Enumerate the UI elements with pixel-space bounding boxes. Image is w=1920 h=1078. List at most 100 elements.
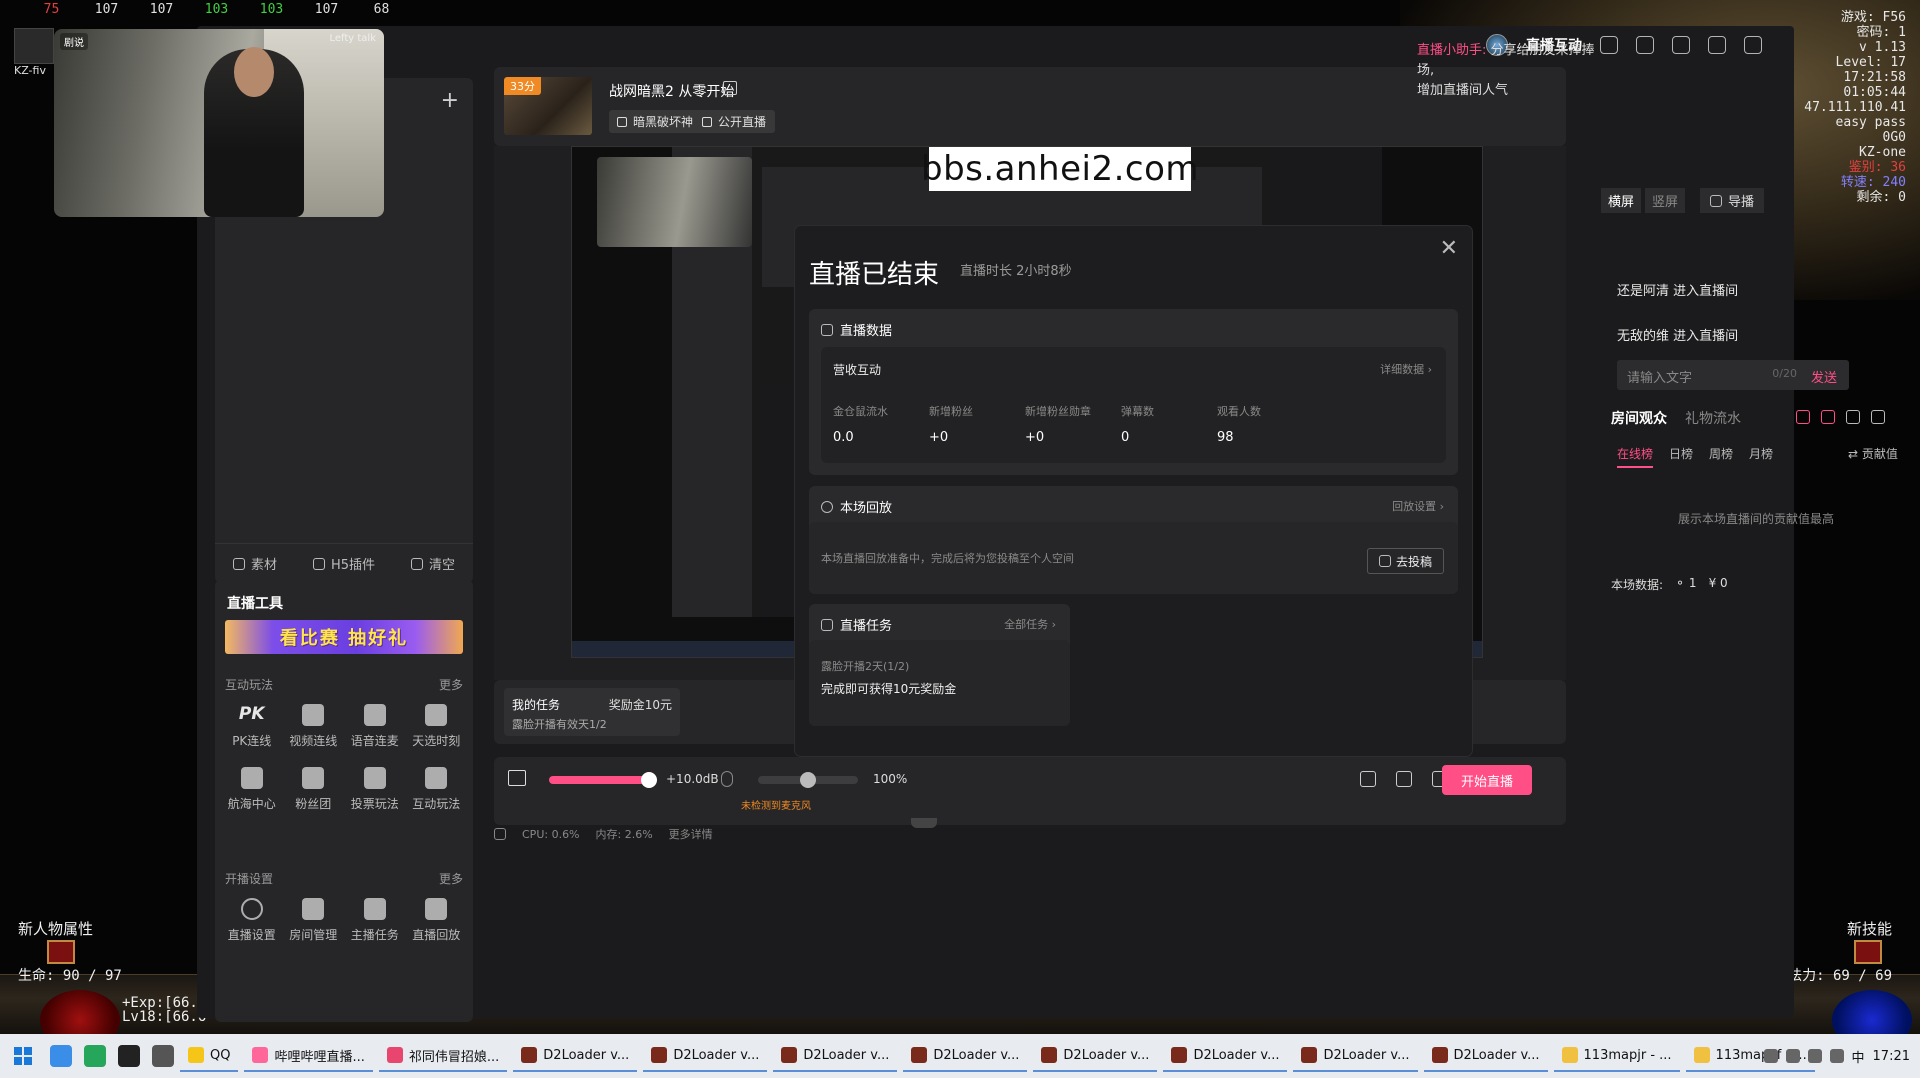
clear-button[interactable]: 清空	[410, 554, 455, 573]
tab-room-audience[interactable]: 房间观众	[1611, 408, 1667, 428]
tool-live-settings[interactable]: 直播设置	[221, 898, 283, 943]
task-label: D2Loader v...	[673, 1047, 760, 1063]
stats-label: 本场数据:	[1611, 578, 1664, 592]
tab-daily-rank[interactable]: 日榜	[1669, 445, 1693, 468]
taskbar-task[interactable]: 哔哩哔哩直播...	[244, 1040, 373, 1072]
browser-icon[interactable]	[50, 1045, 72, 1067]
collapse-handle[interactable]	[911, 818, 937, 828]
taskbar-task[interactable]: D2Loader v...	[903, 1040, 1028, 1072]
close-icon[interactable]	[1744, 36, 1762, 54]
tool-lucky-draw[interactable]: 天选时刻	[406, 704, 468, 749]
taskbar-task[interactable]: D2Loader v...	[773, 1040, 898, 1072]
screen-share-icon[interactable]	[1396, 771, 1412, 787]
gift-icon[interactable]	[1672, 36, 1690, 54]
task-card[interactable]: 我的任务 奖励金10元 露脸开播有效天1/2	[504, 688, 680, 736]
send-button[interactable]: 发送	[1811, 367, 1837, 386]
task-label: D2Loader v...	[1453, 1047, 1540, 1063]
tool-voice-link[interactable]: 语音连麦	[344, 704, 406, 749]
taskbar-task[interactable]: D2Loader v...	[1293, 1040, 1418, 1072]
tool-pk-link[interactable]: PK PK连线	[221, 704, 283, 749]
app-icon[interactable]	[152, 1045, 174, 1067]
promo-banner[interactable]: 看比赛 抽好礼	[225, 620, 463, 654]
replay-settings-link[interactable]: 回放设置 ›	[1392, 498, 1444, 514]
tab-weekly-rank[interactable]: 周榜	[1709, 445, 1733, 468]
detail-data-link[interactable]: 详细数据 ›	[1380, 361, 1432, 377]
camera-overlay[interactable]: 剧说 Lefty talk	[54, 29, 384, 217]
contribution-sort[interactable]: ⇄ 贡献值	[1848, 445, 1898, 462]
tab-online-rank[interactable]: 在线榜	[1617, 445, 1654, 468]
tool-room-manage[interactable]: 房间管理	[283, 898, 345, 943]
wifi-icon[interactable]	[1807, 1049, 1822, 1063]
tray-icon[interactable]	[1785, 1049, 1800, 1063]
material-button[interactable]: 素材	[232, 554, 277, 573]
taskbar-task[interactable]: D2Loader v...	[643, 1040, 768, 1072]
tool-live-replay[interactable]: 直播回放	[406, 898, 468, 943]
h5-plugin-button[interactable]: H5插件	[312, 554, 375, 573]
upload-button[interactable]: 去投稿	[1367, 548, 1444, 574]
interactive-heading: 互动玩法	[225, 678, 274, 692]
close-icon[interactable]	[1871, 410, 1885, 424]
tool-label: 航海中心	[227, 797, 276, 811]
taskbar-task[interactable]: D2Loader v...	[1423, 1040, 1548, 1072]
cube-icon	[312, 557, 325, 570]
taskbar-task[interactable]: D2Loader v...	[513, 1040, 638, 1072]
tray-icon[interactable]	[1763, 1049, 1778, 1063]
bag-icon[interactable]	[1636, 36, 1654, 54]
more-details-link[interactable]: 更多详情	[669, 826, 713, 842]
broadcast-more-link[interactable]: 更多	[439, 870, 463, 887]
portrait-tab[interactable]: 竖屏	[1645, 188, 1686, 213]
category-chip[interactable]: 暗黑破坏神	[609, 110, 703, 133]
system-tray: 中 17:21	[1763, 1034, 1910, 1078]
stat-value: +0	[929, 430, 949, 445]
tool-host-tasks[interactable]: 主播任务	[344, 898, 406, 943]
mic-icon[interactable]	[721, 771, 733, 787]
app-icon[interactable]	[118, 1045, 140, 1067]
volume-slider[interactable]	[549, 776, 649, 784]
mixer-icon[interactable]	[1360, 771, 1376, 787]
money-count: ¥ 0	[1708, 576, 1728, 590]
stat-line: 01:05:44	[1843, 85, 1906, 100]
volume-thumb[interactable]	[641, 772, 657, 788]
tool-label: 房间管理	[289, 928, 338, 942]
tab-monthly-rank[interactable]: 月榜	[1749, 445, 1773, 468]
visibility-chip[interactable]: 公开直播	[694, 110, 776, 133]
tool-fan-club[interactable]: 粉丝团	[283, 767, 345, 812]
taskbar-task[interactable]: D2Loader v...	[1033, 1040, 1158, 1072]
windows-start-button[interactable]	[8, 1041, 38, 1071]
interactive-more-link[interactable]: 更多	[439, 676, 463, 693]
wechat-icon[interactable]	[84, 1045, 106, 1067]
tool-voyage-center[interactable]: 航海中心	[221, 767, 283, 812]
taskbar-task[interactable]: 祁同伟冒招娘...	[378, 1040, 508, 1072]
edit-icon[interactable]	[723, 81, 737, 95]
copy-icon[interactable]	[1796, 410, 1810, 424]
skill-plus-button[interactable]	[1854, 940, 1882, 964]
stat-value: 0.0	[833, 430, 854, 445]
tool-vote[interactable]: 投票玩法	[344, 767, 406, 812]
tool-interactive-play[interactable]: 互动玩法	[406, 767, 468, 812]
clock[interactable]: 17:21	[1873, 1049, 1910, 1064]
settings-icon[interactable]	[1846, 410, 1860, 424]
guide-button[interactable]: 导播	[1700, 188, 1765, 213]
modal-close-button[interactable]: ✕	[1440, 236, 1458, 261]
task-app-icon	[386, 1047, 403, 1063]
add-scene-button[interactable]: +	[441, 88, 459, 113]
landscape-tab[interactable]: 横屏	[1601, 188, 1642, 213]
cover-thumbnail[interactable]: 33分	[504, 77, 592, 135]
chat-input[interactable]: 请输入文字 0/20 发送	[1617, 360, 1849, 390]
tab-gift-flow[interactable]: 礼物流水	[1685, 408, 1741, 428]
mic-thumb[interactable]	[800, 772, 816, 788]
start-live-button[interactable]: 开始直播	[1442, 765, 1532, 795]
taskbar-task[interactable]: D2Loader v...	[1163, 1040, 1288, 1072]
upload-icon	[1378, 555, 1391, 567]
volume-icon[interactable]	[1829, 1049, 1844, 1063]
sync-icon[interactable]	[1600, 36, 1618, 54]
lock-icon[interactable]	[1821, 410, 1835, 424]
stats-plus-button[interactable]	[47, 940, 75, 964]
minimize-icon[interactable]	[1708, 36, 1726, 54]
tool-video-link[interactable]: 视频连线	[283, 704, 345, 749]
speaker-icon[interactable]	[508, 770, 526, 786]
all-tasks-link[interactable]: 全部任务 ›	[1004, 616, 1056, 632]
taskbar-task[interactable]: QQ	[180, 1040, 239, 1072]
ime-indicator[interactable]: 中	[1852, 1047, 1865, 1066]
taskbar-task[interactable]: 113mapjr - ...	[1553, 1040, 1680, 1072]
